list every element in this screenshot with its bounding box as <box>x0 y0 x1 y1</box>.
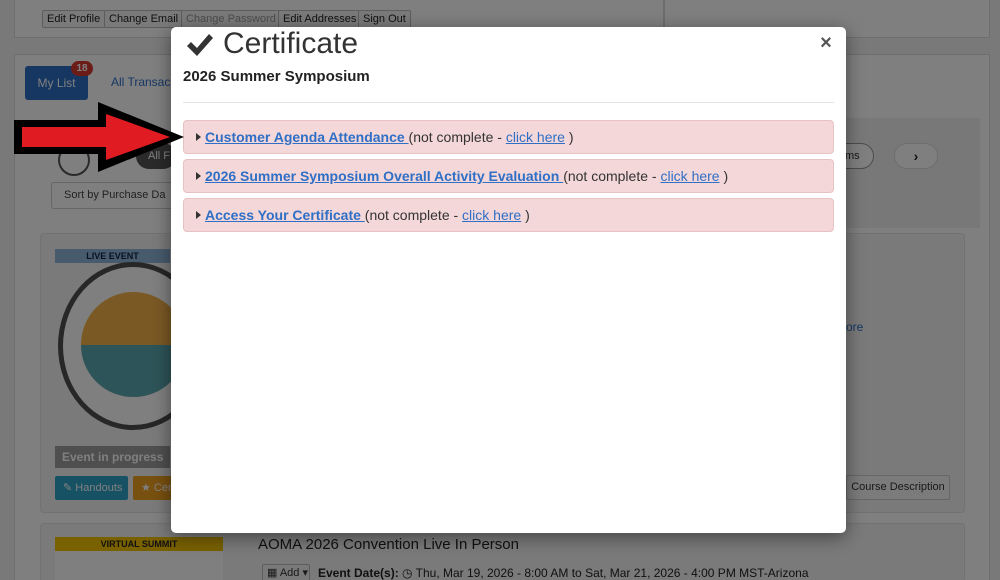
task-row-agenda-attendance[interactable]: Customer Agenda Attendance (not complete… <box>183 120 834 154</box>
task-status-end: ) <box>521 207 530 223</box>
close-icon[interactable]: × <box>816 33 836 53</box>
task-title-link[interactable]: Access Your Certificate <box>205 207 365 223</box>
certificate-modal: Certificate × 2026 Summer Symposium Cust… <box>171 27 846 533</box>
task-status: (not complete - <box>408 129 506 145</box>
caret-right-icon <box>196 211 201 219</box>
task-title-link[interactable]: Customer Agenda Attendance <box>205 129 409 145</box>
caret-right-icon <box>196 133 201 141</box>
task-row-activity-evaluation[interactable]: 2026 Summer Symposium Overall Activity E… <box>183 159 834 193</box>
task-status: (not complete - <box>364 207 463 223</box>
task-title-link[interactable]: 2026 Summer Symposium Overall Activity E… <box>205 168 563 184</box>
modal-title: Certificate <box>223 27 359 60</box>
caret-right-icon <box>196 172 201 180</box>
task-row-access-certificate[interactable]: Access Your Certificate (not complete - … <box>183 198 834 232</box>
task-status-end: ) <box>564 129 574 145</box>
annotation-arrow-icon <box>14 102 184 172</box>
task-status-end: ) <box>719 168 729 184</box>
click-here-link[interactable]: click here <box>660 168 719 184</box>
modal-header: Certificate × 2026 Summer Symposium <box>183 27 834 103</box>
click-here-link[interactable]: click here <box>462 207 521 223</box>
click-here-link[interactable]: click here <box>506 129 565 145</box>
checkmark-icon <box>187 34 213 56</box>
modal-subtitle: 2026 Summer Symposium <box>183 68 370 85</box>
task-status: (not complete - <box>563 168 661 184</box>
